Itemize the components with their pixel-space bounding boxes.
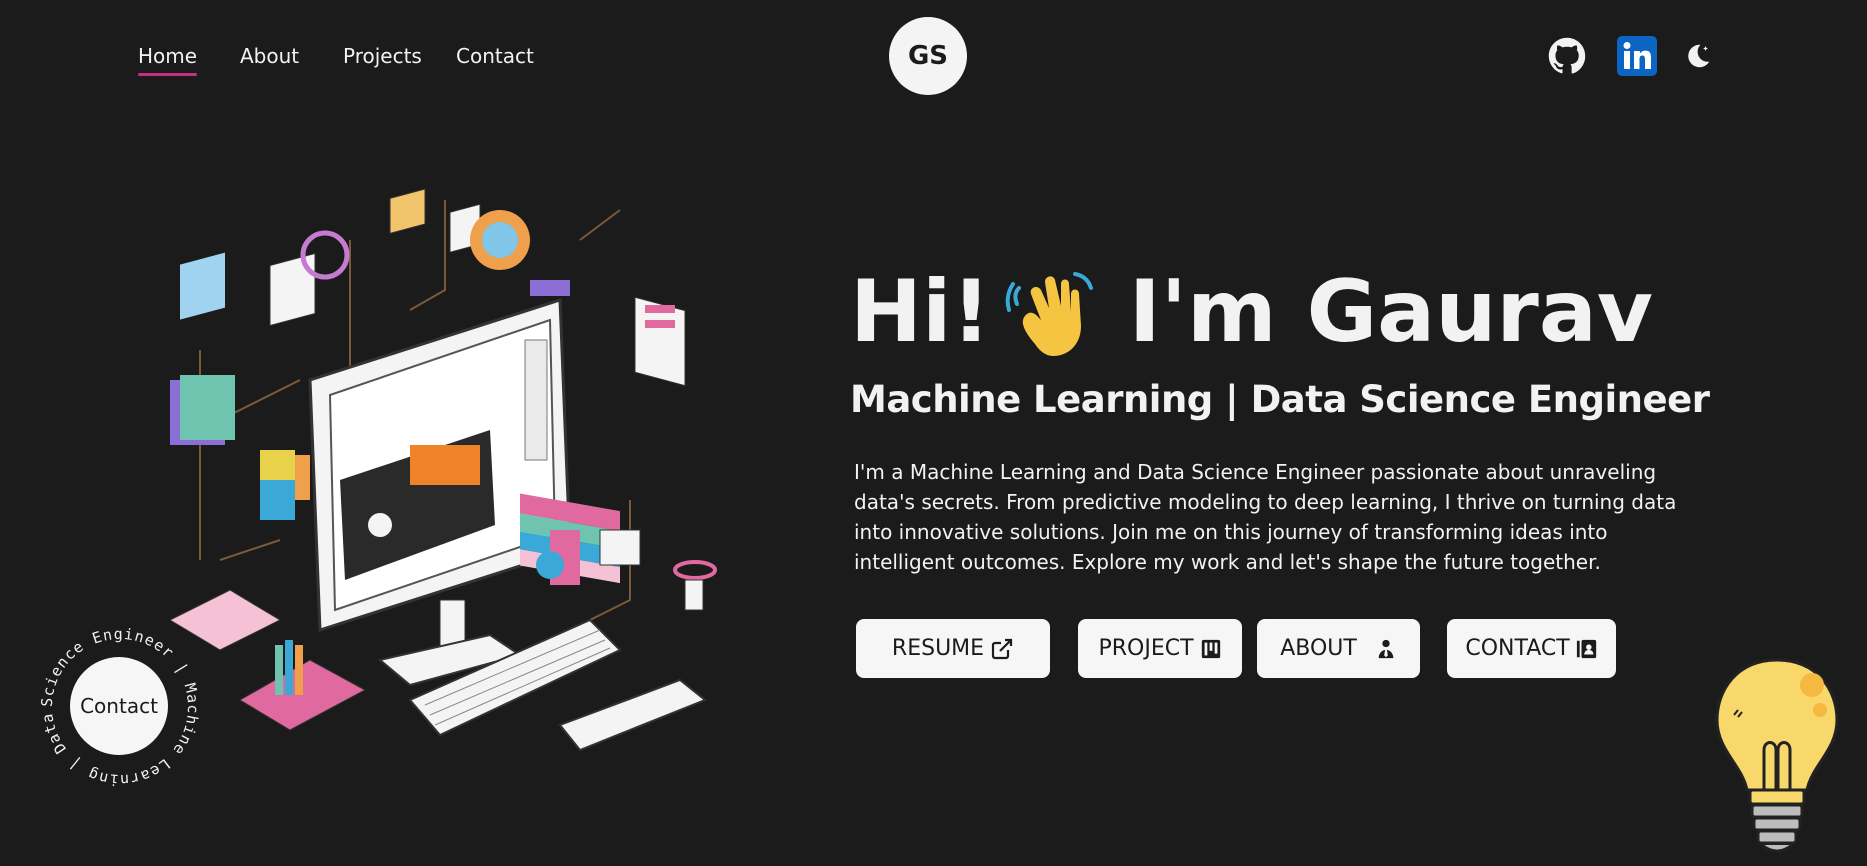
hero-description: I'm a Machine Learning and Data Science … (854, 460, 1677, 574)
linkedin-icon[interactable] (1617, 36, 1657, 76)
theme-toggle-moon-icon[interactable] (1678, 36, 1718, 76)
site-logo[interactable]: GS (889, 17, 967, 95)
hero-subtitle: Machine Learning | Data Science Engineer (850, 378, 1710, 421)
project-button[interactable]: PROJECT (1078, 619, 1242, 678)
nav-link-projects[interactable]: Projects (343, 44, 422, 68)
github-icon[interactable] (1547, 36, 1587, 76)
hero-name: I'm Gaurav (1128, 262, 1653, 362)
top-navigation: Home About Projects Contact GS (0, 0, 1867, 115)
external-link-icon (991, 638, 1013, 659)
contact-button[interactable]: CONTACT (1447, 619, 1616, 678)
developer-workspace-illustration (160, 180, 740, 780)
about-button[interactable]: ABOUT (1257, 619, 1420, 678)
circular-contact-widget: Science Engineer | Machine Learning | Da… (35, 622, 205, 792)
resume-button[interactable]: RESUME (856, 619, 1050, 678)
about-button-label: ABOUT (1280, 636, 1357, 661)
nav-link-contact[interactable]: Contact (456, 44, 534, 68)
lightbulb-icon (1712, 655, 1842, 865)
project-button-label: PROJECT (1098, 636, 1194, 661)
contact-button-label: CONTACT (1465, 636, 1570, 661)
waving-hand-icon (1005, 264, 1101, 360)
nav-link-about[interactable]: About (240, 44, 299, 68)
circle-contact-button[interactable]: Contact (70, 657, 168, 755)
hero-heading: Hi! I'm Gaurav (850, 262, 1653, 362)
kanban-board-icon (1201, 639, 1220, 658)
hero-greeting: Hi! (850, 262, 991, 362)
person-tie-icon (1378, 639, 1394, 658)
nav-link-home[interactable]: Home (138, 44, 198, 76)
resume-button-label: RESUME (891, 636, 985, 661)
address-book-icon (1576, 639, 1596, 658)
